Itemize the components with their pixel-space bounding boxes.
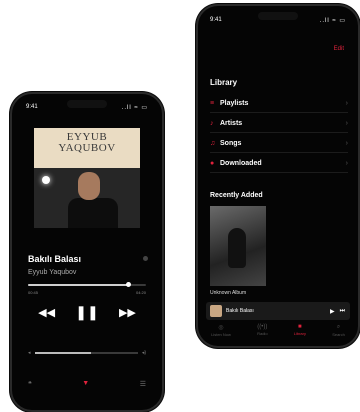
mini-player[interactable]: Bakılı Balası ▶ ⏭ <box>206 302 350 320</box>
album-figure <box>228 228 246 268</box>
library-row-playlists[interactable]: ≡ Playlists › <box>210 94 348 113</box>
mini-player-title: Bakılı Balası <box>226 308 254 314</box>
queue-icon[interactable]: ☰ <box>140 380 146 388</box>
volume-low-icon: ◂ <box>28 350 31 356</box>
playback-controls: ◀◀ ❚❚ ▶▶ <box>28 304 146 321</box>
cover-title: EYYUB YAQUBOV <box>34 132 140 154</box>
recently-added-title: Recently Added <box>210 192 263 199</box>
progress-bar[interactable] <box>28 282 146 287</box>
chevron-right-icon: › <box>345 119 348 127</box>
airplay-icon[interactable]: ▼ <box>82 380 89 388</box>
tab-label: Radio <box>257 331 268 336</box>
time-total: 04:20 <box>135 290 146 295</box>
progress-knob[interactable] <box>126 282 132 287</box>
player-phone: 9:41 ..ll ≈ ▭ EYYUB YAQUBOV Bakılı Balas… <box>10 92 164 412</box>
song-artist[interactable]: Eyyub Yaqubov <box>28 269 76 276</box>
tab-listen-now[interactable]: ◎ Listen Now <box>211 324 231 337</box>
tab-bar: ◎ Listen Now ((•)) Radio ■ Library ⌕ Sea… <box>198 324 358 337</box>
tab-radio[interactable]: ((•)) Radio <box>257 324 267 337</box>
next-track-icon[interactable]: ⏭ <box>340 308 345 315</box>
library-row-label: Playlists <box>220 99 249 107</box>
tab-label: Library <box>293 331 306 336</box>
library-row-label: Artists <box>220 119 243 127</box>
play-circle-icon: ◎ <box>218 325 224 331</box>
playlist-icon: ≡ <box>210 99 215 107</box>
status-time: 9:41 <box>26 104 38 110</box>
cover-photo <box>34 168 140 228</box>
time-labels: 00:45 04:20 <box>28 290 146 295</box>
play-icon[interactable]: ▶ <box>330 308 335 315</box>
album-name: Unknown Album <box>210 290 247 296</box>
library-phone: 9:41 ..ll ≈ ▭ Edit Library ≡ Playlists ›… <box>196 4 360 348</box>
chevron-right-icon: › <box>345 139 348 147</box>
library-row-label: Songs <box>220 139 242 147</box>
library-row-artists[interactable]: ♪ Artists › <box>210 114 348 133</box>
album-artwork[interactable] <box>210 206 266 286</box>
library-row-songs[interactable]: ♫ Songs › <box>210 134 348 153</box>
previous-track-icon[interactable]: ◀◀ <box>38 306 55 319</box>
progress-fill <box>28 284 129 286</box>
chevron-right-icon: › <box>345 159 348 167</box>
song-title: Bakılı Balası <box>28 254 82 264</box>
lyrics-icon[interactable]: ❝ <box>28 380 32 388</box>
mini-player-artwork <box>210 305 222 317</box>
pause-icon[interactable]: ❚❚ <box>75 304 98 321</box>
library-row-label: Downloaded <box>220 159 262 167</box>
status-icons: ..ll ≈ ▭ <box>319 18 346 24</box>
library-row-downloaded[interactable]: ● Downloaded › <box>210 154 348 173</box>
next-track-icon[interactable]: ▶▶ <box>119 306 136 319</box>
music-note-icon: ♫ <box>210 139 216 147</box>
volume-high-icon: ◂) <box>141 350 146 356</box>
volume-fill <box>34 352 92 354</box>
library-title: Library <box>210 78 238 87</box>
singer-body <box>68 198 118 228</box>
download-icon: ● <box>210 159 215 167</box>
status-time: 9:41 <box>210 17 222 23</box>
cover-title-line2: YAQUBOV <box>58 142 116 154</box>
chevron-right-icon: › <box>345 99 348 107</box>
stage-light <box>42 176 50 184</box>
phone-notch <box>258 12 298 20</box>
status-icons: ..ll ≈ ▭ <box>121 105 148 111</box>
edit-button[interactable]: Edit <box>334 46 344 52</box>
tab-search[interactable]: ⌕ Search <box>332 324 345 337</box>
bottom-actions: ❝ ▼ ☰ <box>28 380 146 388</box>
tab-label: Listen Now <box>211 332 231 337</box>
album-cover: EYYUB YAQUBOV <box>34 128 140 228</box>
singer-head <box>78 172 100 200</box>
artist-icon: ♪ <box>210 119 214 127</box>
radio-icon: ((•)) <box>257 324 268 330</box>
tab-label: Search <box>332 332 345 337</box>
library-icon: ■ <box>298 324 302 330</box>
search-icon: ⌕ <box>336 324 341 330</box>
time-elapsed: 00:45 <box>28 290 39 295</box>
phone-notch <box>67 100 107 108</box>
tab-library[interactable]: ■ Library <box>294 324 306 337</box>
more-options-icon[interactable] <box>143 256 148 261</box>
volume-slider[interactable] <box>34 352 138 354</box>
volume-row: ◂ ◂) <box>28 350 146 356</box>
